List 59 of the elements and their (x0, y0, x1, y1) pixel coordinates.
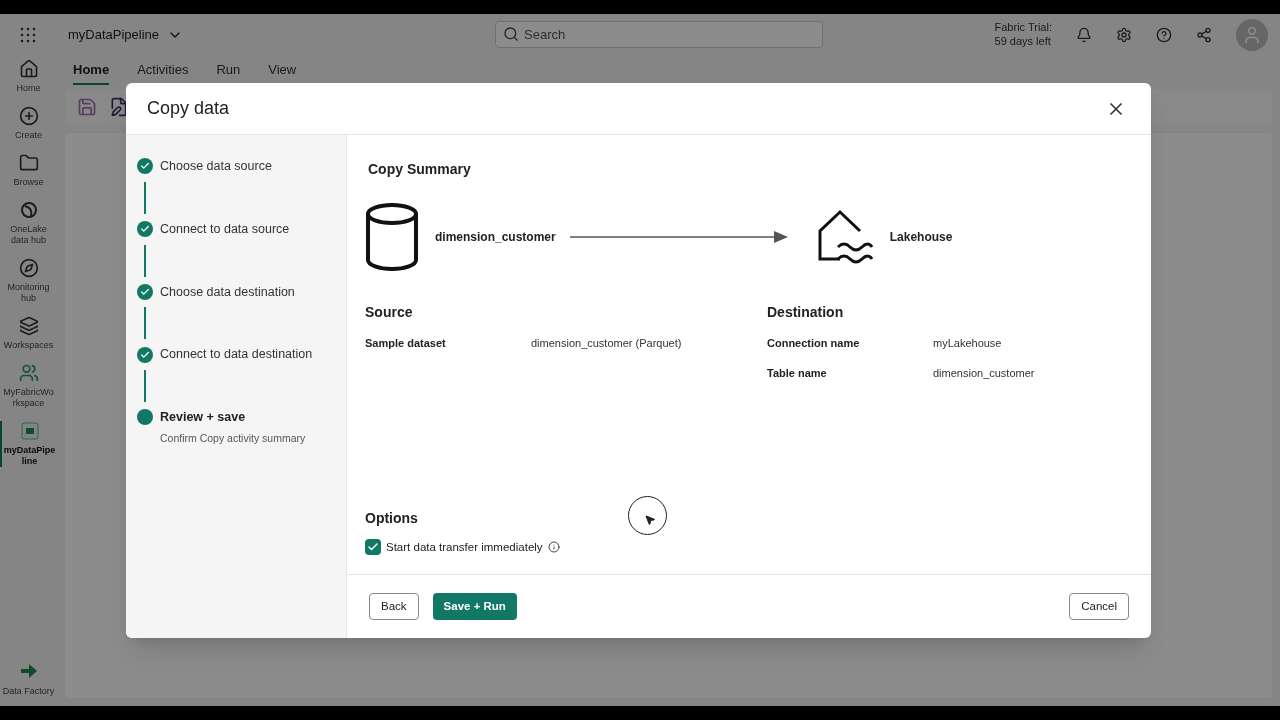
field-value: dimension_customer (933, 366, 1035, 381)
onelake-icon (18, 200, 39, 220)
nav-item[interactable]: OneLake data hub (0, 200, 57, 246)
save-run-button[interactable]: Save + Run (432, 593, 517, 620)
database-icon (365, 202, 419, 272)
trial-status-text: 59 days left (994, 34, 1052, 49)
source-name: dimension_customer (435, 229, 556, 246)
field-label: Table name (767, 366, 828, 381)
edit-icon[interactable] (109, 97, 129, 117)
field-label: Sample dataset (365, 336, 447, 351)
field-value: myLakehouse (933, 336, 1002, 351)
ribbon-tab[interactable]: Activities (137, 59, 189, 85)
field-label: Connection name (767, 336, 861, 351)
nav-item[interactable]: Create (0, 106, 57, 141)
ribbon-tab[interactable]: Home (73, 59, 110, 85)
settings-icon[interactable] (1116, 26, 1132, 43)
folder-icon (18, 153, 39, 173)
ribbon-tab[interactable]: View (268, 59, 297, 85)
notifications-icon[interactable] (1076, 26, 1092, 43)
section-heading: Destination (767, 303, 845, 322)
nav-item[interactable]: Browse (0, 153, 57, 188)
save-icon[interactable] (77, 97, 97, 117)
ribbon-tab[interactable]: Run (216, 59, 241, 85)
step-label: Choose data source (160, 158, 272, 175)
cancel-button[interactable]: Cancel (1069, 593, 1129, 620)
nav-item[interactable]: Monitoring hub (0, 258, 57, 304)
step-label: Choose data destination (160, 283, 295, 301)
step-label: Connect to data destination (160, 346, 313, 364)
back-button[interactable]: Back (369, 593, 419, 620)
plus-circle-icon (18, 106, 39, 126)
info-icon[interactable] (547, 541, 560, 554)
nav-item[interactable]: Data Factory (2, 660, 55, 698)
trial-status-text: Fabric Trial: (994, 20, 1052, 35)
step-subtitle: Confirm Copy activity summary (160, 430, 307, 446)
step-label: Connect to data source (160, 220, 290, 238)
home-icon (18, 59, 39, 79)
pipeline-name-menu[interactable]: myDataPipeline (68, 24, 184, 45)
search-field[interactable]: Search (495, 21, 824, 48)
pipeline-icon (19, 421, 40, 441)
checkbox-label: Start data transfer immediately (386, 539, 543, 555)
nav-item[interactable]: Workspaces (0, 316, 57, 351)
compass-icon (18, 258, 39, 278)
people-icon (18, 363, 39, 383)
section-heading: Source (365, 303, 414, 322)
help-icon[interactable] (1156, 26, 1172, 43)
field-value: dimension_customer (Parquet) (531, 336, 682, 351)
stacked-windows-icon (18, 316, 39, 336)
app-launcher-icon[interactable] (20, 26, 36, 43)
dialog-title: Copy data (147, 97, 230, 120)
search-icon (503, 26, 520, 42)
options-heading: Options (365, 508, 418, 528)
cursor-icon (643, 513, 656, 526)
nav-item[interactable]: MyFabricWorkspace (0, 363, 57, 409)
checkbox[interactable] (365, 539, 381, 556)
step-label: Review + save (160, 409, 246, 426)
nav-item[interactable]: myDataPipeline (0, 421, 57, 467)
destination-name: Lakehouse (889, 229, 953, 246)
summary-title: Copy Summary (368, 160, 472, 179)
nav-item[interactable]: Home (0, 59, 57, 94)
